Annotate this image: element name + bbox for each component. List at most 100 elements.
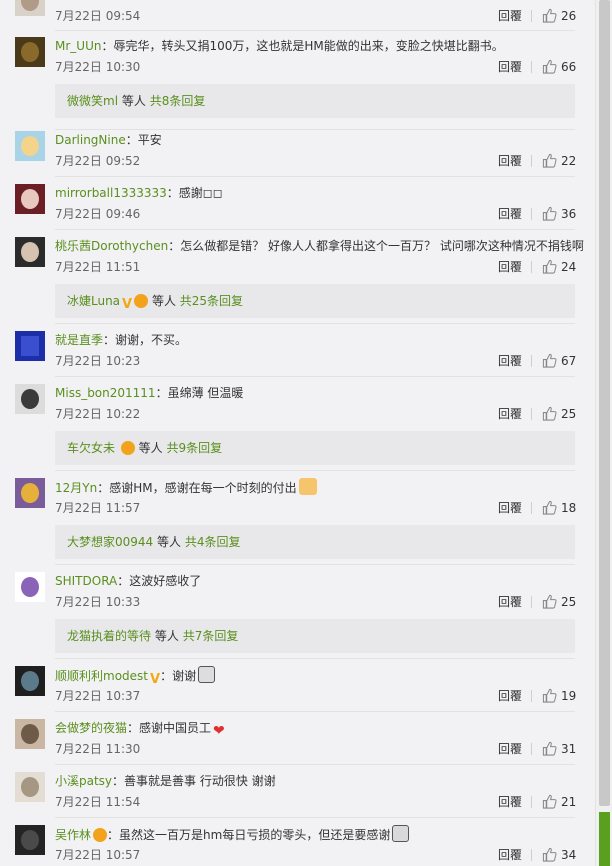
- separator: [531, 408, 532, 420]
- comment-username[interactable]: 小溪patsy: [55, 774, 112, 788]
- separator: [531, 690, 532, 702]
- like-count: 25: [561, 407, 577, 421]
- thumbs-up-icon[interactable]: [542, 594, 557, 609]
- thumbs-up-icon[interactable]: [542, 8, 557, 23]
- comment-username[interactable]: 12月Yn: [55, 481, 97, 495]
- user-avatar[interactable]: [15, 184, 45, 214]
- comment-username[interactable]: DarlingNine: [55, 133, 126, 147]
- thumbs-up-icon[interactable]: [542, 59, 557, 74]
- comment-text: 感谢HM，感谢在每一个时刻的付出: [109, 481, 297, 495]
- colon: ：: [97, 481, 110, 495]
- comment-username[interactable]: Miss_bon201111: [55, 386, 156, 400]
- like-count: 67: [561, 354, 577, 368]
- thumbs-up-icon[interactable]: [542, 259, 557, 274]
- user-avatar[interactable]: [15, 478, 45, 508]
- separator: [531, 155, 532, 167]
- comment-time: 7月22日 10:22: [55, 407, 141, 421]
- reply-button[interactable]: 回覆: [498, 793, 522, 811]
- reply-button[interactable]: 回覆: [498, 205, 522, 223]
- reply-button[interactable]: 回覆: [498, 58, 522, 76]
- user-avatar[interactable]: [15, 0, 45, 16]
- comment-text: 谢谢，不买。: [115, 333, 188, 347]
- comment-time: 7月22日 09:54: [55, 9, 141, 23]
- thumbs-up-icon[interactable]: [542, 794, 557, 809]
- reply-username[interactable]: 车欠女未: [67, 441, 115, 455]
- reply-button[interactable]: 回覆: [498, 152, 522, 170]
- comment-username[interactable]: 顺顺利利modest: [55, 669, 148, 683]
- replies-summary[interactable]: 微微笑ml 等人 共8条回复: [55, 84, 575, 118]
- comment-username[interactable]: 就是直季: [55, 333, 103, 347]
- reply-username[interactable]: 大梦想家00944: [67, 535, 153, 549]
- thumbs-up-icon[interactable]: [542, 688, 557, 703]
- replies-summary[interactable]: 车欠女未 等人 共9条回复: [55, 431, 575, 465]
- reply-button[interactable]: 回覆: [498, 740, 522, 758]
- member-crown-icon: [93, 828, 108, 842]
- user-avatar[interactable]: [15, 825, 45, 855]
- colon: ：: [127, 721, 140, 735]
- user-avatar[interactable]: [15, 719, 45, 749]
- user-avatar[interactable]: [15, 384, 45, 414]
- reply-count-link[interactable]: 共7条回复: [183, 629, 239, 643]
- like-count: 66: [561, 60, 577, 74]
- comment-time: 7月22日 11:30: [55, 742, 141, 756]
- scrollbar[interactable]: [595, 0, 612, 866]
- reply-count-link[interactable]: 共25条回复: [180, 294, 243, 308]
- reply-button[interactable]: 回覆: [498, 593, 522, 611]
- like-count: 25: [561, 595, 577, 609]
- reply-count-link[interactable]: 共9条回复: [167, 441, 223, 455]
- comment-username[interactable]: 会做梦的夜猫: [55, 721, 127, 735]
- comment-username[interactable]: Mr_UUn: [55, 39, 101, 53]
- comment-text: 这波好感收了: [129, 574, 202, 588]
- comment-time: 7月22日 10:33: [55, 595, 141, 609]
- thumbs-up-icon[interactable]: [542, 500, 557, 515]
- replies-summary[interactable]: 大梦想家00944 等人 共4条回复: [55, 525, 575, 559]
- reply-username[interactable]: 冰婕Luna: [67, 294, 120, 308]
- scrollbar-thumb[interactable]: [599, 0, 610, 806]
- thumbs-up-icon[interactable]: [542, 206, 557, 221]
- divider: [55, 764, 575, 765]
- like-count: 36: [561, 207, 577, 221]
- reply-count-link[interactable]: 共8条回复: [150, 94, 206, 108]
- comment-username[interactable]: 桃乐茜Dorothychen: [55, 239, 168, 253]
- reply-button[interactable]: 回覆: [498, 258, 522, 276]
- comment-time: 7月22日 11:57: [55, 501, 141, 515]
- user-avatar[interactable]: [15, 237, 45, 267]
- thumbs-up-icon[interactable]: [542, 741, 557, 756]
- thumbs-up-icon[interactable]: [542, 847, 557, 862]
- reply-button[interactable]: 回覆: [498, 499, 522, 517]
- heart-emoji: ❤: [213, 723, 225, 739]
- replies-summary[interactable]: 龙猫执着的等待 等人 共7条回复: [55, 619, 575, 653]
- thumbs-up-icon[interactable]: [542, 153, 557, 168]
- thumbs-up-icon[interactable]: [542, 353, 557, 368]
- reply-username[interactable]: 龙猫执着的等待: [67, 629, 151, 643]
- user-avatar[interactable]: [15, 772, 45, 802]
- reply-button[interactable]: 回覆: [498, 846, 522, 864]
- comment-text: 辱完华，转头又捐100万，这也就是HM能做的出来，变脸之快堪比翻书。: [113, 39, 504, 53]
- comment-username[interactable]: SHITDORA: [55, 574, 117, 588]
- reply-button[interactable]: 回覆: [498, 405, 522, 423]
- like-count: 24: [561, 260, 577, 274]
- colon: ：: [155, 386, 168, 400]
- replies-summary[interactable]: 冰婕Luna V 等人 共25条回复: [55, 284, 575, 318]
- colon: ：: [103, 333, 116, 347]
- reply-button[interactable]: 回覆: [498, 687, 522, 705]
- reply-button[interactable]: 回覆: [498, 7, 522, 25]
- comment-username[interactable]: 吴作林: [55, 828, 91, 842]
- user-avatar[interactable]: [15, 331, 45, 361]
- user-avatar[interactable]: [15, 666, 45, 696]
- thumbs-up-icon[interactable]: [542, 406, 557, 421]
- scrollbar-accent: [599, 812, 610, 866]
- reply-others-label: 等人: [138, 441, 163, 455]
- reply-button[interactable]: 回覆: [498, 352, 522, 370]
- colon: ：: [107, 828, 120, 842]
- comment-text: 善事就是善事 行动很快 谢谢: [124, 774, 276, 788]
- comment-time: 7月22日 11:54: [55, 795, 141, 809]
- user-avatar[interactable]: [15, 572, 45, 602]
- user-avatar[interactable]: [15, 37, 45, 67]
- user-avatar[interactable]: [15, 131, 45, 161]
- reply-count-link[interactable]: 共4条回复: [185, 535, 241, 549]
- comment-username[interactable]: mirrorball1333333: [55, 186, 167, 200]
- bow-emoji: [198, 666, 216, 683]
- reply-username[interactable]: 微微笑ml: [67, 94, 118, 108]
- divider: [55, 711, 575, 712]
